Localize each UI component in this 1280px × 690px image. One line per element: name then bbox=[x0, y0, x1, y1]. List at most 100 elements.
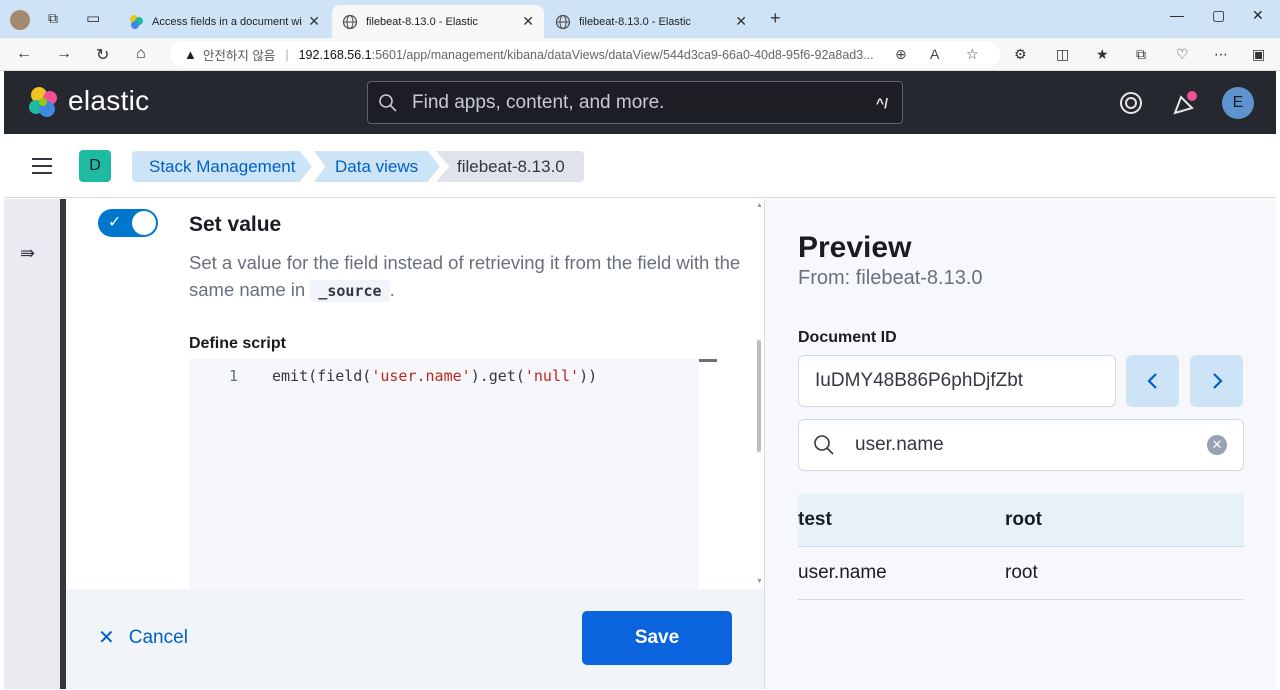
next-document-button[interactable] bbox=[1190, 355, 1243, 407]
side-nav-rail: ⇛ bbox=[4, 199, 66, 689]
maximize-icon[interactable]: ▢ bbox=[1212, 7, 1225, 24]
warning-icon[interactable]: ▲ bbox=[184, 47, 197, 62]
breadcrumb-data-views[interactable]: Data views bbox=[314, 151, 440, 182]
extensions-icon[interactable]: ⚙ bbox=[1014, 46, 1027, 63]
close-window-icon[interactable]: ✕ bbox=[1252, 7, 1264, 24]
zoom-icon[interactable]: ⊕ bbox=[895, 46, 907, 63]
code-token: )) bbox=[579, 367, 598, 385]
document-id-input[interactable]: IuDMY48B86P6phDjfZbt bbox=[798, 355, 1116, 407]
browser-essentials-icon[interactable]: ♡ bbox=[1176, 46, 1189, 63]
search-placeholder: Find apps, content, and more. bbox=[412, 91, 665, 113]
news-feed-icon[interactable] bbox=[1172, 91, 1198, 117]
table-cell: root bbox=[1005, 562, 1038, 583]
minimize-icon[interactable]: — bbox=[1170, 7, 1184, 23]
cancel-label: Cancel bbox=[128, 626, 188, 648]
split-screen-icon[interactable]: ◫ bbox=[1056, 46, 1069, 63]
editor-scrollbar[interactable] bbox=[757, 340, 761, 452]
scroll-down-icon[interactable]: ▼ bbox=[756, 578, 763, 585]
favorites-icon[interactable]: ★ bbox=[1096, 46, 1109, 63]
preview-panel: Preview From: filebeat-8.13.0 Document I… bbox=[764, 199, 1276, 689]
refresh-icon[interactable]: ↻ bbox=[96, 45, 109, 65]
globe-favicon-icon bbox=[342, 14, 358, 29]
favorite-star-icon[interactable]: ☆ bbox=[966, 46, 979, 63]
kibana-header: elastic Find apps, content, and more. ^/… bbox=[4, 71, 1276, 134]
field-search-value: user.name bbox=[855, 434, 944, 455]
code-string: 'user.name' bbox=[371, 367, 471, 385]
home-icon[interactable]: ⌂ bbox=[136, 45, 146, 63]
tab-filebeat-active[interactable]: filebeat-8.13.0 - Elastic ✕ bbox=[332, 5, 544, 38]
user-avatar[interactable]: E bbox=[1222, 87, 1254, 119]
space-avatar[interactable]: D bbox=[79, 150, 111, 182]
code-string: 'null' bbox=[524, 367, 580, 385]
globe-favicon-icon bbox=[555, 14, 571, 29]
document-id-label: Document ID bbox=[798, 329, 897, 346]
help-icon[interactable] bbox=[1119, 91, 1143, 115]
close-icon: ✕ bbox=[98, 627, 115, 649]
field-editor: ✓ Set value Set a value for the field in… bbox=[66, 199, 764, 589]
read-aloud-icon[interactable]: A bbox=[930, 46, 939, 62]
field-search-input[interactable]: user.name ✕ bbox=[798, 419, 1244, 471]
preview-title: Preview bbox=[798, 231, 912, 264]
insecure-label[interactable]: 안전하지 않음 bbox=[203, 45, 275, 64]
table-cell: user.name bbox=[798, 562, 887, 583]
tab-actions-icon[interactable]: ▭ bbox=[86, 9, 100, 27]
check-icon: ✓ bbox=[108, 214, 122, 231]
source-code-token: _source bbox=[310, 280, 390, 302]
desc-text: Set a value for the field instead of ret… bbox=[189, 252, 741, 300]
more-menu-icon[interactable]: ⋯ bbox=[1214, 46, 1228, 63]
search-icon bbox=[379, 93, 397, 112]
previous-document-button[interactable] bbox=[1126, 355, 1179, 407]
browser-tab-bar: ⧉ ▭ Access fields in a document with ✕ f… bbox=[0, 0, 1280, 38]
collections-icon[interactable]: ⧉ bbox=[1136, 46, 1146, 63]
back-icon[interactable]: ← bbox=[16, 45, 32, 63]
tab-title: Access fields in a document with bbox=[152, 15, 303, 28]
url-field[interactable]: ▲ 안전하지 않음 | 192.168.56.1 :5601/app/manag… bbox=[170, 41, 1000, 68]
tab-access-fields[interactable]: Access fields in a document with ✕ bbox=[118, 5, 330, 38]
tab-close-icon[interactable]: ✕ bbox=[522, 13, 534, 30]
chevron-right-icon bbox=[1212, 373, 1223, 389]
new-tab-icon[interactable]: + bbox=[770, 8, 781, 29]
menu-toggle-icon[interactable] bbox=[32, 158, 52, 174]
url-separator: | bbox=[285, 47, 289, 62]
code-line[interactable]: emit(field('user.name').get('null')) bbox=[272, 367, 597, 385]
table-cell: test bbox=[798, 509, 832, 530]
preview-source: From: filebeat-8.13.0 bbox=[798, 267, 983, 289]
table-cell: root bbox=[1005, 509, 1042, 530]
global-search-input[interactable]: Find apps, content, and more. ^/ bbox=[367, 81, 903, 124]
code-token: ).get( bbox=[470, 367, 525, 385]
elastic-logo-text[interactable]: elastic bbox=[68, 85, 149, 117]
scroll-up-icon[interactable]: ▲ bbox=[756, 202, 763, 209]
elastic-logo-icon[interactable] bbox=[26, 85, 60, 119]
tab-filebeat[interactable]: filebeat-8.13.0 - Elastic ✕ bbox=[545, 5, 757, 38]
script-code-editor[interactable]: 1 emit(field('user.name').get('null')) bbox=[189, 359, 717, 589]
ruler-mark bbox=[699, 359, 717, 362]
cancel-button[interactable]: ✕ Cancel bbox=[98, 625, 188, 650]
define-script-label: Define script bbox=[189, 335, 286, 352]
search-icon bbox=[814, 435, 834, 455]
chevron-left-icon bbox=[1146, 373, 1157, 389]
set-value-title: Set value bbox=[189, 213, 282, 236]
table-row: test root bbox=[798, 494, 1244, 547]
toggle-knob bbox=[132, 211, 156, 235]
forward-icon[interactable]: → bbox=[56, 45, 72, 63]
sidebar-toggle-icon[interactable]: ▣ bbox=[1252, 46, 1265, 63]
workspaces-icon[interactable]: ⧉ bbox=[48, 10, 58, 27]
tab-close-icon[interactable]: ✕ bbox=[735, 13, 747, 30]
elastic-favicon-icon bbox=[130, 14, 143, 29]
desc-period: . bbox=[389, 279, 395, 300]
url-path: :5601/app/management/kibana/dataViews/da… bbox=[371, 47, 874, 62]
expand-nav-icon[interactable]: ⇛ bbox=[20, 243, 35, 264]
tab-title: filebeat-8.13.0 - Elastic bbox=[366, 15, 478, 28]
tab-close-icon[interactable]: ✕ bbox=[308, 13, 320, 30]
clear-search-icon[interactable]: ✕ bbox=[1207, 435, 1227, 455]
set-value-toggle[interactable]: ✓ bbox=[98, 209, 158, 237]
profile-avatar-icon[interactable] bbox=[10, 10, 30, 30]
save-button[interactable]: Save bbox=[582, 611, 732, 665]
search-shortcut: ^/ bbox=[875, 94, 888, 111]
browser-address-bar: ← → ↻ ⌂ ▲ 안전하지 않음 | 192.168.56.1 :5601/a… bbox=[0, 38, 1280, 71]
breadcrumb-bar: D Stack Management Data views filebeat-8… bbox=[4, 134, 1276, 198]
table-row: user.name root bbox=[798, 547, 1244, 600]
url-host: 192.168.56.1 bbox=[298, 47, 372, 62]
breadcrumb-stack-management[interactable]: Stack Management bbox=[132, 151, 312, 182]
code-token: emit(field( bbox=[272, 367, 372, 385]
